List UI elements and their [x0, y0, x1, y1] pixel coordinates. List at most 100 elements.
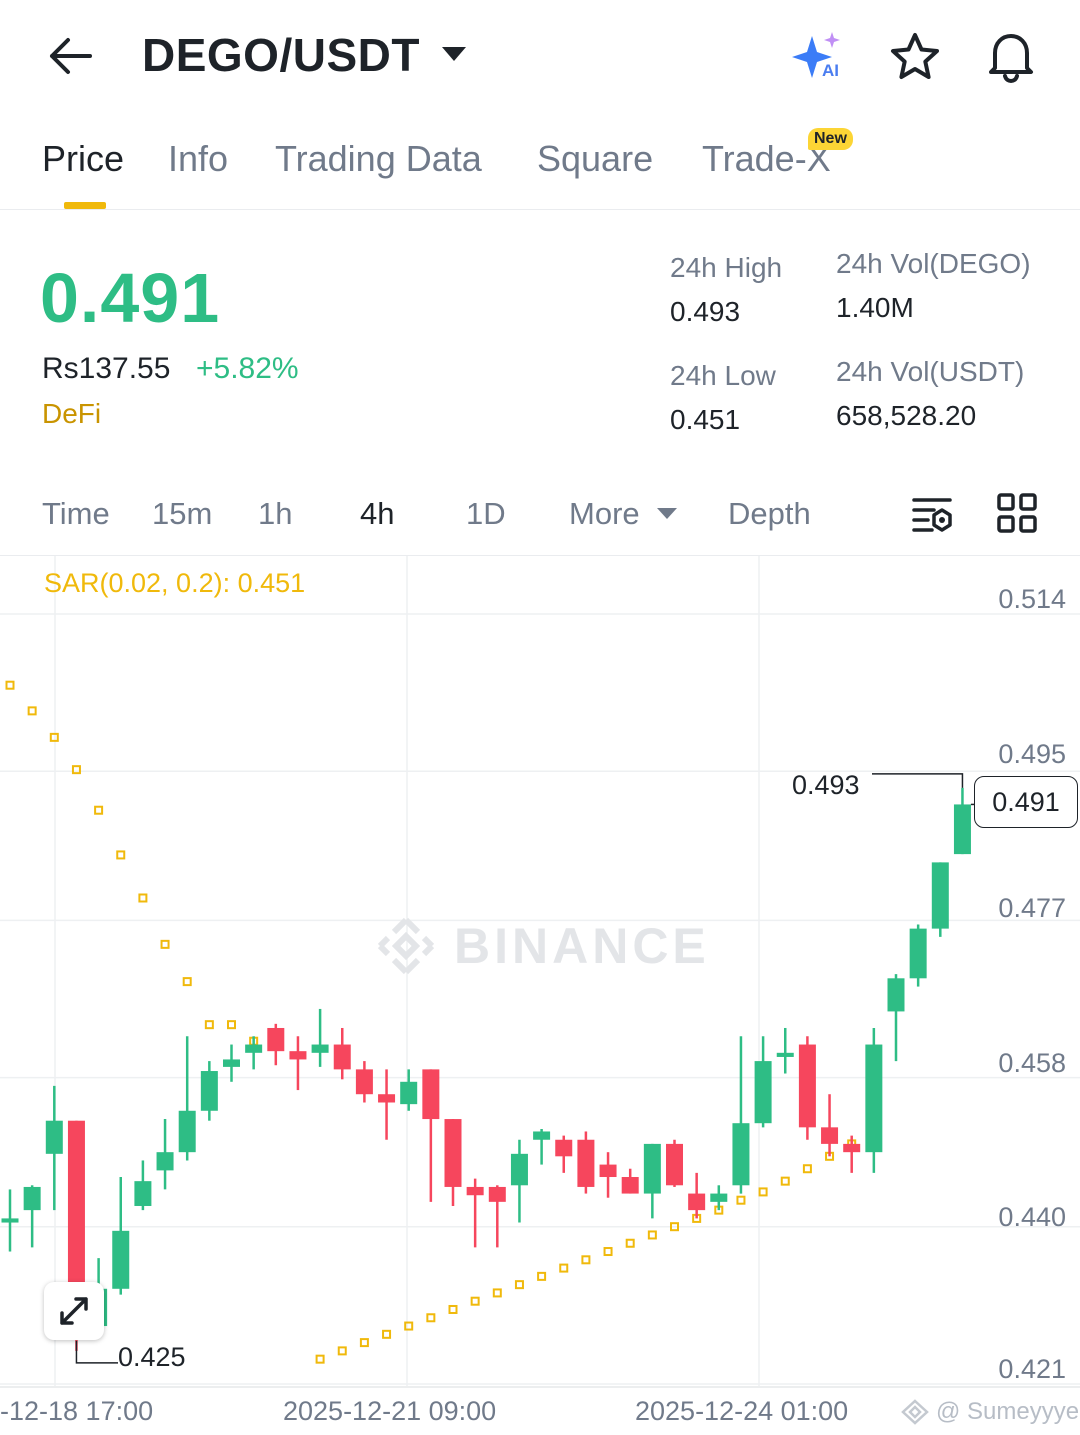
candle-body [931, 862, 949, 929]
vol-base-label: 24h Vol(DEGO) [836, 248, 1031, 279]
sar-dot [581, 1255, 591, 1265]
star-icon[interactable] [888, 30, 942, 84]
candle-body [223, 1059, 240, 1067]
ai-sparkle-icon[interactable]: AI [790, 30, 850, 82]
high-marker-label: 0.493 [792, 770, 860, 800]
candle-body [643, 1143, 661, 1194]
y-tick: 0.477 [998, 893, 1066, 923]
tab-info[interactable]: Info [168, 138, 228, 180]
sar-dot [426, 1313, 436, 1323]
price-change: +5.82% [196, 352, 299, 385]
layout-grid-icon[interactable] [996, 492, 1038, 534]
y-tick: 0.495 [998, 739, 1066, 769]
vol-base-value: 1.40M [836, 292, 914, 323]
sar-dot [736, 1195, 746, 1205]
interval-1d[interactable]: 1D [466, 496, 506, 532]
current-price-tag[interactable]: 0.491 [974, 776, 1078, 828]
candlestick-chart[interactable] [0, 556, 1080, 1435]
candle-body [732, 1123, 750, 1186]
interval-4h[interactable]: 4h [360, 496, 394, 532]
x-tick: 2025-12-21 09:00 [283, 1396, 497, 1426]
candle-body [178, 1110, 196, 1153]
low-label: 24h Low [670, 360, 776, 391]
candle-body [953, 804, 971, 855]
interval-depth[interactable]: Depth [728, 496, 811, 532]
candle-body [555, 1139, 573, 1157]
active-tab-indicator [64, 202, 106, 209]
candle-body [23, 1186, 41, 1211]
interval-1h[interactable]: 1h [258, 496, 292, 532]
low-marker-label: 0.425 [118, 1342, 186, 1372]
tab-price[interactable]: Price [42, 138, 124, 180]
candle-body [688, 1193, 706, 1211]
candle-body [621, 1177, 639, 1194]
sar-dot [559, 1263, 569, 1273]
binance-square-logo-icon [901, 1399, 929, 1425]
caret-down-icon[interactable] [440, 44, 468, 64]
candle-body [355, 1069, 373, 1095]
candle-body [112, 1230, 130, 1289]
y-tick: 0.440 [998, 1202, 1066, 1232]
top-bar: DEGO/USDT AI [0, 0, 1080, 112]
sar-dot [71, 765, 81, 775]
sar-dot [780, 1176, 790, 1186]
candle-body [400, 1081, 418, 1105]
indicator-settings-icon[interactable] [910, 492, 954, 536]
category-tag[interactable]: DeFi [42, 398, 101, 430]
sar-dot [27, 706, 37, 716]
expand-arrows-icon [60, 1297, 88, 1325]
candle-body [245, 1044, 263, 1053]
sar-dot [116, 850, 126, 860]
sar-dot [227, 1020, 236, 1030]
sar-dot [758, 1187, 768, 1197]
sar-dot [537, 1271, 547, 1281]
candle-body [887, 978, 905, 1012]
price-chart[interactable]: BINANCE SAR(0.02, 0.2): 0.451 0.514 0.49… [0, 556, 1080, 1435]
sar-dot [470, 1296, 480, 1306]
sar-dot [448, 1304, 458, 1314]
candle-body [156, 1152, 174, 1171]
interval-15m[interactable]: 15m [152, 496, 212, 532]
candle-body [311, 1044, 329, 1053]
candle-body [510, 1153, 528, 1186]
candle-body [1, 1218, 19, 1223]
y-tick: 0.458 [998, 1048, 1066, 1078]
svg-text:AI: AI [822, 61, 839, 80]
sar-dot [492, 1288, 502, 1298]
candle-body [821, 1127, 839, 1144]
interval-time[interactable]: Time [42, 496, 110, 532]
fiat-price: Rs137.55 [42, 352, 171, 385]
vol-quote-label: 24h Vol(USDT) [836, 356, 1025, 387]
new-badge: New [808, 128, 853, 150]
high-value: 0.493 [670, 296, 741, 327]
binance-watermark: BINANCE [374, 914, 710, 978]
sar-dot [5, 680, 15, 690]
bell-icon[interactable] [984, 28, 1038, 84]
candle-body [466, 1186, 484, 1196]
pair-title[interactable]: DEGO/USDT [142, 28, 420, 82]
last-price: 0.491 [40, 259, 221, 337]
candle-body [45, 1120, 63, 1154]
tab-square[interactable]: Square [537, 138, 653, 180]
candle-body [444, 1119, 462, 1187]
more-caret-icon[interactable] [656, 506, 678, 520]
y-tick: 0.514 [998, 584, 1066, 614]
tab-trading-data[interactable]: Trading Data [275, 138, 482, 180]
candle-body [776, 1052, 794, 1057]
candle-body [378, 1094, 396, 1103]
fullscreen-button[interactable] [44, 1282, 104, 1340]
candle-body [533, 1131, 551, 1140]
sar-dot [625, 1238, 635, 1248]
candle-body [865, 1044, 883, 1153]
sar-dot [802, 1164, 812, 1174]
sar-dot [138, 893, 148, 903]
sar-dot [337, 1346, 347, 1356]
candle-body [200, 1071, 218, 1111]
sar-dot [182, 977, 192, 987]
candle-body [754, 1061, 772, 1124]
candle-body [599, 1164, 617, 1178]
low-marker-line [75, 1340, 118, 1364]
sar-dot [514, 1280, 524, 1290]
interval-more[interactable]: More [569, 496, 640, 532]
back-arrow-icon[interactable] [44, 32, 96, 80]
